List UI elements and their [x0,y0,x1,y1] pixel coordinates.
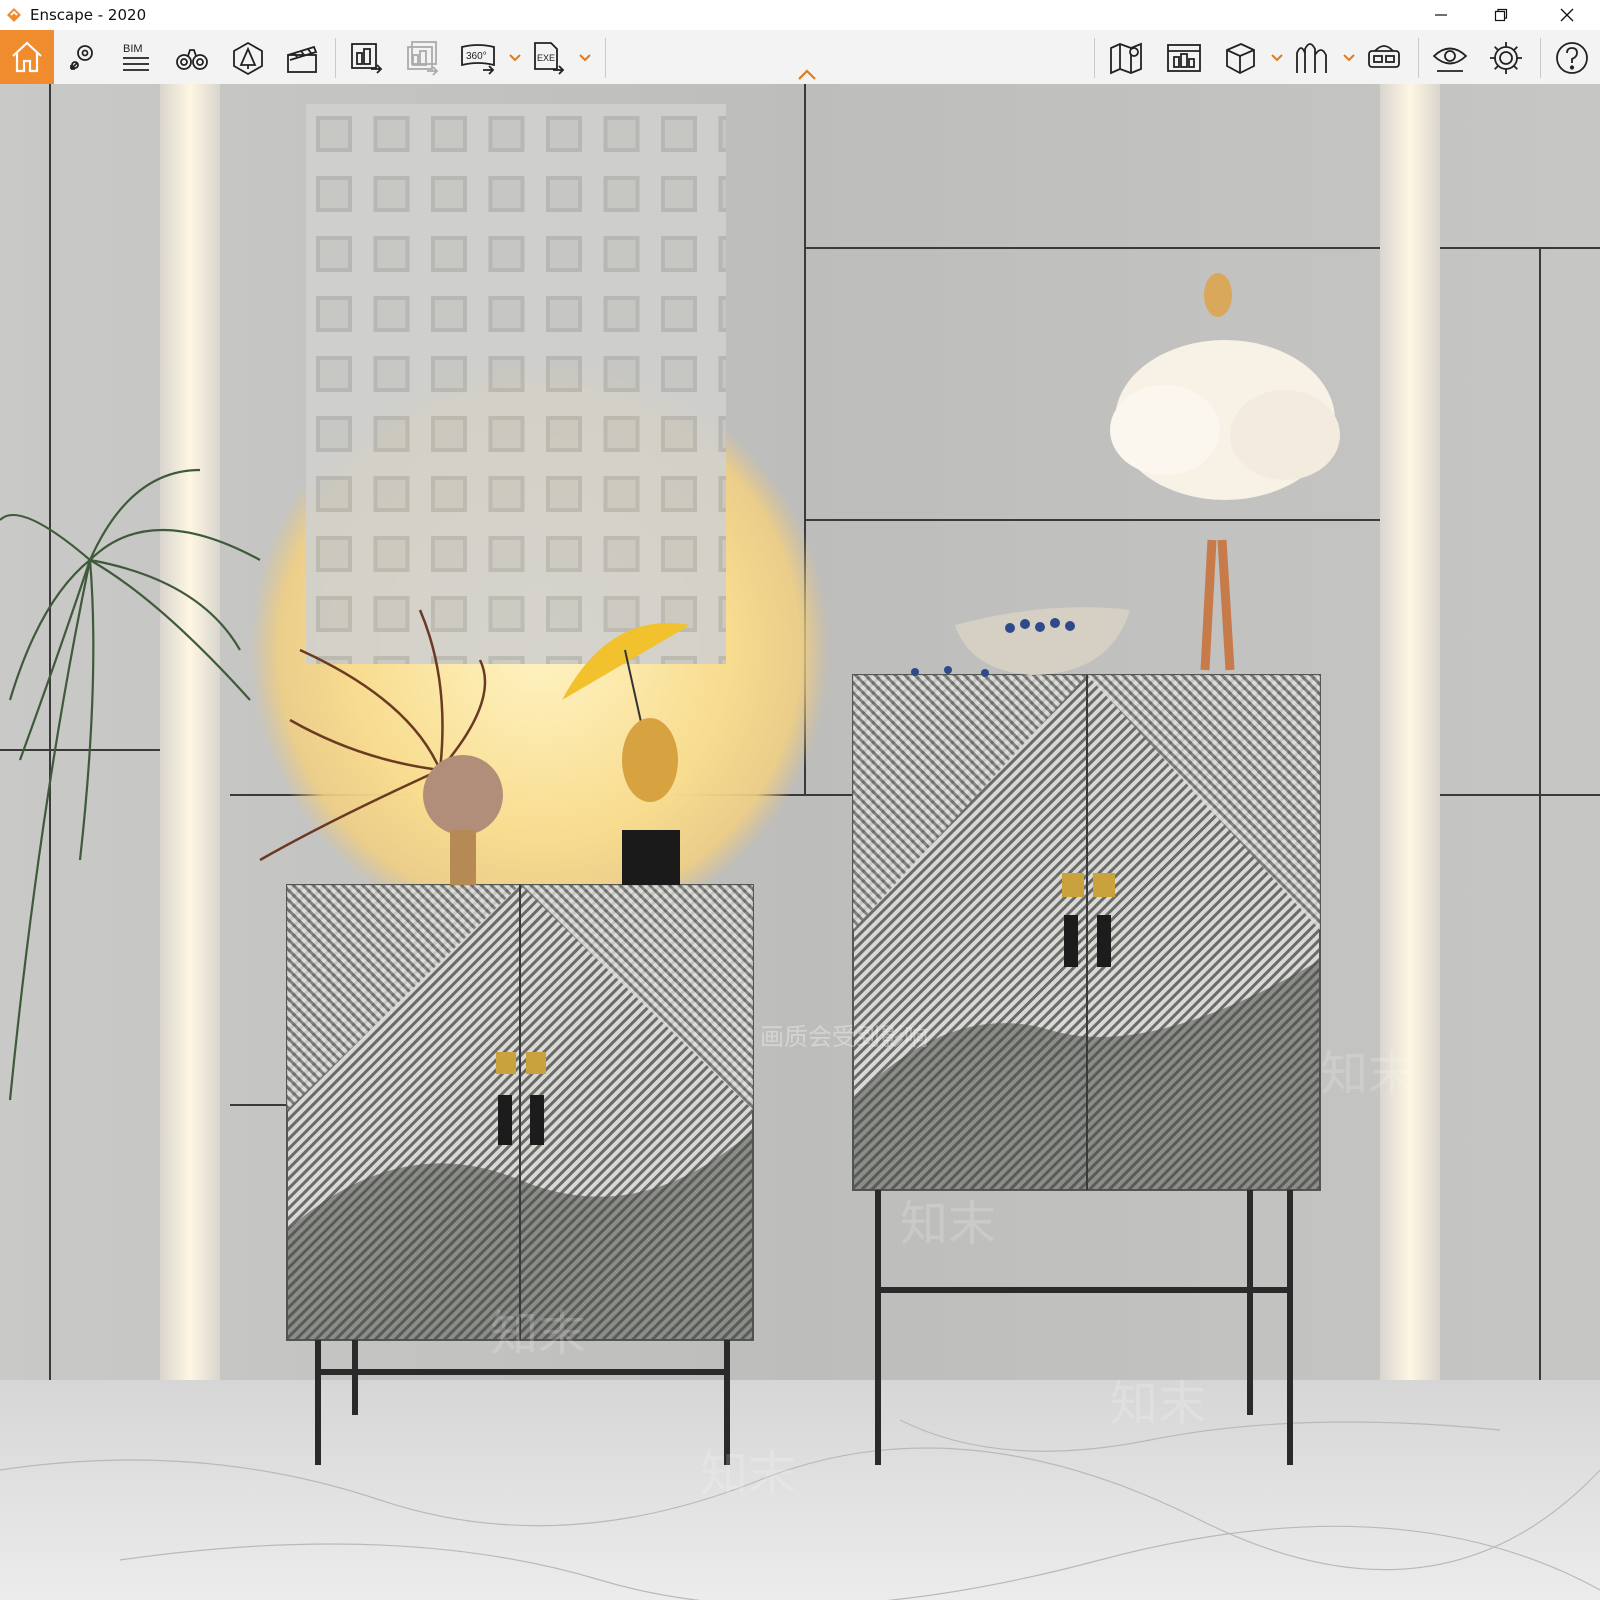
visual-settings-button[interactable] [1428,36,1472,80]
vr-headset-button[interactable] [1362,36,1406,80]
video-editor-button[interactable] [280,36,324,80]
home-button[interactable] [0,30,54,84]
render-viewport[interactable]: 画质会受到影响 知末 知末 知末 知末 知末 [0,84,1600,1600]
video-editor-icon [287,45,318,73]
svg-text:知末: 知末 [490,1306,586,1362]
toolbar-separator [1540,38,1541,78]
wall-light-strip [160,84,220,1380]
svg-text:知末: 知末 [700,1446,796,1502]
help-question-icon [1556,42,1588,74]
screenshot-export-icon [351,43,383,74]
toolbar-separator [1094,38,1095,78]
bim-label: BIM [123,43,143,55]
window-title: Enscape - 2020 [30,6,147,24]
home-icon [12,41,42,73]
site-context-button[interactable] [1290,36,1334,80]
collapse-toolbar-chevron-icon[interactable] [796,68,818,82]
cube-view-button[interactable] [1218,36,1262,80]
panorama-label: 360° [466,51,487,62]
panorama-360-icon: 360° [461,44,495,75]
collaborative-annotation-button[interactable] [1162,36,1206,80]
site-context-icon [1296,43,1327,73]
exe-export-icon: EXE [534,42,565,75]
fly-mode-button[interactable] [170,36,214,80]
title-bar: Enscape - 2020 [0,0,1600,30]
svg-text:知末: 知末 [1320,1046,1416,1102]
svg-text:知末: 知末 [900,1196,996,1252]
site-context-dropdown-chevron-icon[interactable] [1342,52,1356,64]
vr-headset-icon [1368,45,1400,68]
visual-settings-eye-icon [1432,47,1468,72]
render-scene: 画质会受到影响 知末 知末 知末 知末 知末 [0,84,1600,1600]
view-management-icon [70,45,93,70]
batch-render-button[interactable] [400,36,444,80]
panorama-button[interactable]: 360° [456,36,500,80]
cube-dropdown-chevron-icon[interactable] [1270,52,1284,64]
square-tile-wall-art [306,104,726,664]
watermark-notice-text: 画质会受到影响 [760,1023,928,1051]
bim-icon: BIM [123,43,149,71]
restore-button[interactable] [1478,0,1524,30]
collaborative-annotation-icon [1167,44,1201,72]
screenshot-export-button[interactable] [344,36,388,80]
enscape-logo-icon [7,8,21,22]
settings-button[interactable] [1484,36,1528,80]
svg-text:知末: 知末 [1110,1376,1206,1432]
asset-library-button[interactable] [226,36,270,80]
batch-render-icon [407,41,439,76]
exe-label: EXE [537,53,555,63]
asset-library-icon [233,41,263,76]
wall-light-strip [1380,84,1440,1380]
close-button[interactable] [1544,0,1590,30]
help-button[interactable] [1550,36,1594,80]
exe-export-button[interactable]: EXE [526,36,570,80]
toolbar-separator [605,38,606,78]
settings-gear-icon [1490,42,1522,74]
map-pin-icon [1110,42,1142,75]
minimize-button[interactable] [1418,0,1464,30]
view-management-button[interactable] [60,36,104,80]
marble-floor [0,1380,1600,1600]
map-button[interactable] [1104,36,1148,80]
close-icon [1560,8,1574,22]
minimize-icon [1435,14,1447,16]
binoculars-icon [176,49,208,70]
panorama-dropdown-chevron-icon[interactable] [508,52,522,64]
toolbar-separator [335,38,336,78]
toolbar-separator [1418,38,1419,78]
exe-dropdown-chevron-icon[interactable] [578,52,592,64]
cube-icon [1226,43,1255,75]
restore-icon [1494,8,1508,22]
bim-button[interactable]: BIM [114,36,158,80]
